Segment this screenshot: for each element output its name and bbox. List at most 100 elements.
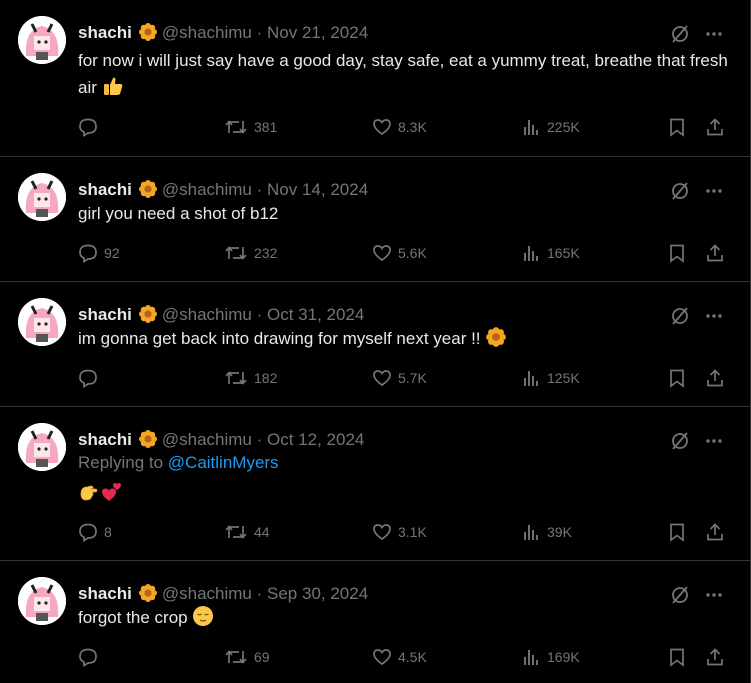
bookmark-button[interactable] [667, 243, 687, 263]
more-icon[interactable] [704, 585, 724, 605]
author-name[interactable]: shachi [78, 23, 132, 42]
retweet-button[interactable]: 232 [224, 243, 277, 263]
avatar-image [18, 423, 66, 471]
avatar-image [18, 577, 66, 625]
bookmark-button[interactable] [667, 647, 687, 667]
reply-button[interactable] [78, 368, 104, 388]
tweet-date[interactable]: Oct 12, 2024 [267, 430, 364, 449]
views-button[interactable]: 125K [521, 368, 580, 388]
heart-icon [373, 524, 391, 541]
tweet-date[interactable]: Sep 30, 2024 [267, 584, 368, 603]
separator-dot: · [256, 305, 263, 324]
grok-icon[interactable] [670, 431, 690, 451]
more-icon[interactable] [704, 24, 724, 44]
tweet[interactable]: shachi @shachimu · Sep 30, 2024 forgot th… [0, 561, 750, 683]
tweet-text: for now i will just say have a good day,… [78, 51, 728, 97]
like-button[interactable]: 3.1K [372, 522, 427, 542]
bookmark-button[interactable] [667, 368, 687, 388]
tweet-top-actions [670, 585, 724, 605]
grok-icon[interactable] [670, 24, 690, 44]
tweet[interactable]: shachi @shachimu · Nov 21, 2024 for now i… [0, 0, 750, 157]
author-handle[interactable]: @shachimu [162, 584, 252, 603]
reply-icon [79, 648, 97, 667]
tweet-date[interactable]: Nov 14, 2024 [267, 180, 368, 199]
views-button[interactable]: 169K [521, 647, 580, 667]
bookmark-icon [670, 369, 684, 388]
tweet-top-actions [670, 306, 724, 326]
retweet-button[interactable]: 182 [224, 368, 277, 388]
share-button[interactable] [705, 117, 725, 137]
reply-button[interactable] [78, 117, 104, 137]
avatar[interactable] [18, 298, 66, 346]
pinching-hand-emoji [80, 485, 98, 501]
like-button[interactable]: 8.3K [372, 117, 427, 137]
tweet[interactable]: shachi @shachimu · Oct 31, 2024 im gonna … [0, 282, 750, 407]
heart-icon [373, 119, 391, 136]
retweet-button[interactable]: 381 [224, 117, 277, 137]
retweet-icon [225, 246, 247, 260]
heart-icon [373, 370, 391, 387]
bookmark-button[interactable] [667, 117, 687, 137]
two-hearts-emoji [102, 483, 121, 501]
share-button[interactable] [705, 647, 725, 667]
grok-icon[interactable] [670, 585, 690, 605]
more-icon[interactable] [704, 306, 724, 326]
reply-button[interactable] [78, 647, 104, 667]
author-handle[interactable]: @shachimu [162, 430, 252, 449]
reply-icon [79, 244, 97, 263]
tweet-header: shachi @shachimu · Oct 31, 2024 [78, 304, 364, 326]
tweet[interactable]: shachi @shachimu · Oct 12, 2024 Replying … [0, 407, 750, 561]
more-icon[interactable] [704, 431, 724, 451]
share-button[interactable] [705, 243, 725, 263]
tweet[interactable]: shachi @shachimu · Nov 14, 2024 girl you … [0, 157, 750, 282]
author-handle[interactable]: @shachimu [162, 23, 252, 42]
like-button[interactable]: 5.7K [372, 368, 427, 388]
separator-dot: · [256, 23, 263, 42]
tweet-date[interactable]: Nov 21, 2024 [267, 23, 368, 42]
views-button[interactable]: 225K [521, 117, 580, 137]
heart-icon [373, 245, 391, 262]
author-name[interactable]: shachi [78, 305, 132, 324]
author-name[interactable]: shachi [78, 430, 132, 449]
grok-icon[interactable] [670, 306, 690, 326]
avatar-image [18, 16, 66, 64]
avatar[interactable] [18, 16, 66, 64]
retweet-button[interactable]: 44 [224, 522, 270, 542]
tweet-date[interactable]: Oct 31, 2024 [267, 305, 364, 324]
tweet-top-actions [670, 431, 724, 451]
tweet-header: shachi @shachimu · Oct 12, 2024 [78, 429, 364, 451]
reply-icon [79, 369, 97, 388]
retweet-icon [225, 650, 247, 664]
reply-button[interactable]: 92 [78, 243, 120, 263]
tweet-text: girl you need a shot of b12 [78, 204, 279, 223]
tweet-top-actions [670, 24, 724, 44]
replying-to-link[interactable]: @CaitlinMyers [168, 453, 279, 472]
tweet-top-actions [670, 181, 724, 201]
retweet-icon [225, 525, 247, 539]
author-handle[interactable]: @shachimu [162, 305, 252, 324]
more-icon[interactable] [704, 181, 724, 201]
share-icon [707, 244, 723, 262]
author-name[interactable]: shachi [78, 180, 132, 199]
like-button[interactable]: 4.5K [372, 647, 427, 667]
avatar[interactable] [18, 173, 66, 221]
views-button[interactable]: 39K [521, 522, 572, 542]
heart-icon [373, 649, 391, 666]
author-name[interactable]: shachi [78, 584, 132, 603]
share-button[interactable] [705, 368, 725, 388]
like-button[interactable]: 5.6K [372, 243, 427, 263]
bookmark-icon [670, 523, 684, 542]
avatar[interactable] [18, 423, 66, 471]
retweet-button[interactable]: 69 [224, 647, 270, 667]
bookmark-button[interactable] [667, 522, 687, 542]
share-button[interactable] [705, 522, 725, 542]
grok-icon[interactable] [670, 181, 690, 201]
share-icon [707, 523, 723, 541]
thumbs-up-emoji [103, 77, 122, 95]
separator-dot: · [256, 584, 263, 603]
reply-button[interactable]: 8 [78, 522, 112, 542]
views-button[interactable]: 165K [521, 243, 580, 263]
views-icon [524, 371, 538, 386]
author-handle[interactable]: @shachimu [162, 180, 252, 199]
avatar[interactable] [18, 577, 66, 625]
